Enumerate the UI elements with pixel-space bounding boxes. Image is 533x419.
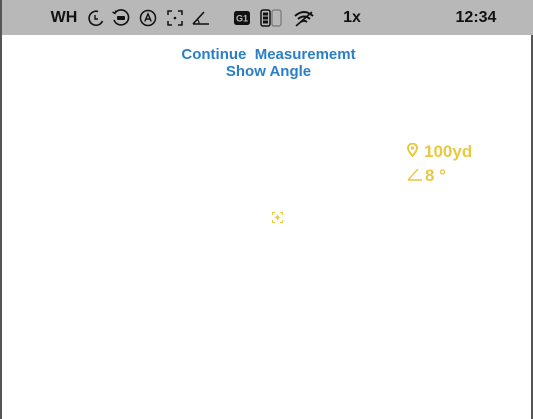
timer-icon <box>110 0 132 35</box>
angle-value: 8 ° <box>425 166 446 185</box>
svg-text:G1: G1 <box>236 13 248 23</box>
night-mode-icon <box>86 0 106 35</box>
viewfinder-screen: WH G1 1x 12:34 Continue Measurememt Show… <box>0 0 533 419</box>
crosshair-reticle-icon <box>272 210 283 223</box>
auto-icon <box>138 0 158 35</box>
wifi-icon <box>292 0 316 35</box>
status-bar: WH G1 1x 12:34 <box>2 0 533 35</box>
angle-icon <box>190 0 212 35</box>
menu-continue-measurement-label: Continue Measurememt <box>181 46 356 63</box>
clock-time: 12:34 <box>455 8 497 26</box>
menu-continue-measurement[interactable]: Continue Measurememt <box>2 47 533 63</box>
frame-icon <box>165 0 185 35</box>
distance-value: 100yd <box>424 142 473 161</box>
angle-icon-readout <box>407 166 423 186</box>
g1-profile-icon: G1 <box>232 0 252 35</box>
zoom-level: 1x <box>343 8 361 26</box>
distance-readout: 100yd <box>406 142 473 162</box>
mode-label: WH <box>50 8 78 26</box>
angle-readout: 8 ° <box>407 166 446 186</box>
menu-show-angle[interactable]: Show Angle <box>2 64 533 80</box>
menu-show-angle-label: Show Angle <box>225 63 312 80</box>
battery-icon <box>260 0 282 35</box>
location-pin-icon <box>406 142 419 162</box>
